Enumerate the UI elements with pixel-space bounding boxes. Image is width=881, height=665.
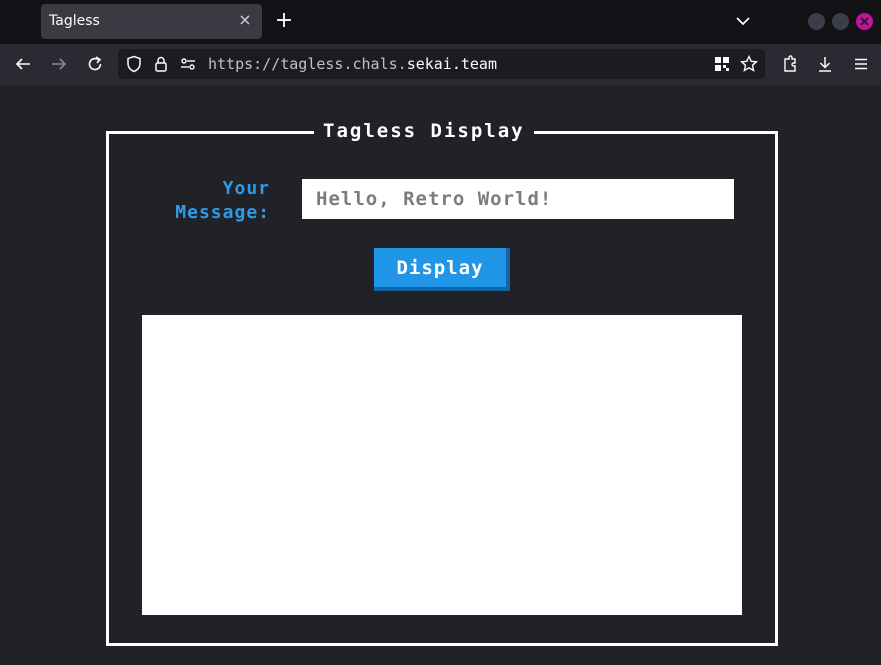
display-frame: Tagless Display Your Message: Display (106, 120, 778, 646)
browser-tab-bar: Tagless × + (0, 0, 881, 44)
tab-title: Tagless (49, 13, 100, 29)
browser-tab[interactable]: Tagless × (41, 4, 262, 39)
menu-icon[interactable] (851, 54, 871, 74)
message-display-area (142, 315, 742, 615)
display-button[interactable]: Display (374, 248, 510, 291)
url-bar[interactable]: https://tagless.chals.sekai.team (118, 49, 765, 79)
close-window-button[interactable] (856, 13, 873, 30)
message-label-line1: Your (222, 178, 270, 199)
back-arrow-icon[interactable] (13, 54, 33, 74)
download-icon[interactable] (815, 54, 835, 74)
extensions-icon[interactable] (780, 54, 800, 74)
forward-arrow-icon[interactable] (49, 54, 69, 74)
maximize-button[interactable] (832, 13, 849, 30)
shield-icon[interactable] (124, 54, 144, 74)
lock-icon[interactable] (151, 54, 171, 74)
minimize-button[interactable] (808, 13, 825, 30)
qr-code-icon[interactable] (712, 54, 732, 74)
chevron-down-icon[interactable] (734, 12, 752, 30)
browser-nav-bar: https://tagless.chals.sekai.team (0, 44, 881, 85)
url-text[interactable]: https://tagless.chals.sekai.team (208, 55, 497, 73)
message-input[interactable] (302, 179, 734, 219)
close-icon (860, 17, 869, 26)
tab-close-icon[interactable]: × (236, 11, 254, 29)
reload-icon[interactable] (85, 54, 105, 74)
bookmark-star-icon[interactable] (739, 54, 759, 74)
message-label-line2: Message: (175, 202, 270, 223)
message-label: Your Message: (135, 177, 270, 225)
permissions-icon[interactable] (178, 54, 198, 74)
page-title: Tagless Display (314, 120, 534, 142)
url-domain: sekai.team (406, 55, 497, 73)
url-prefix: https://tagless.chals. (208, 55, 407, 73)
page-content: Tagless Display Your Message: Display (0, 85, 881, 665)
new-tab-icon[interactable]: + (274, 10, 294, 32)
